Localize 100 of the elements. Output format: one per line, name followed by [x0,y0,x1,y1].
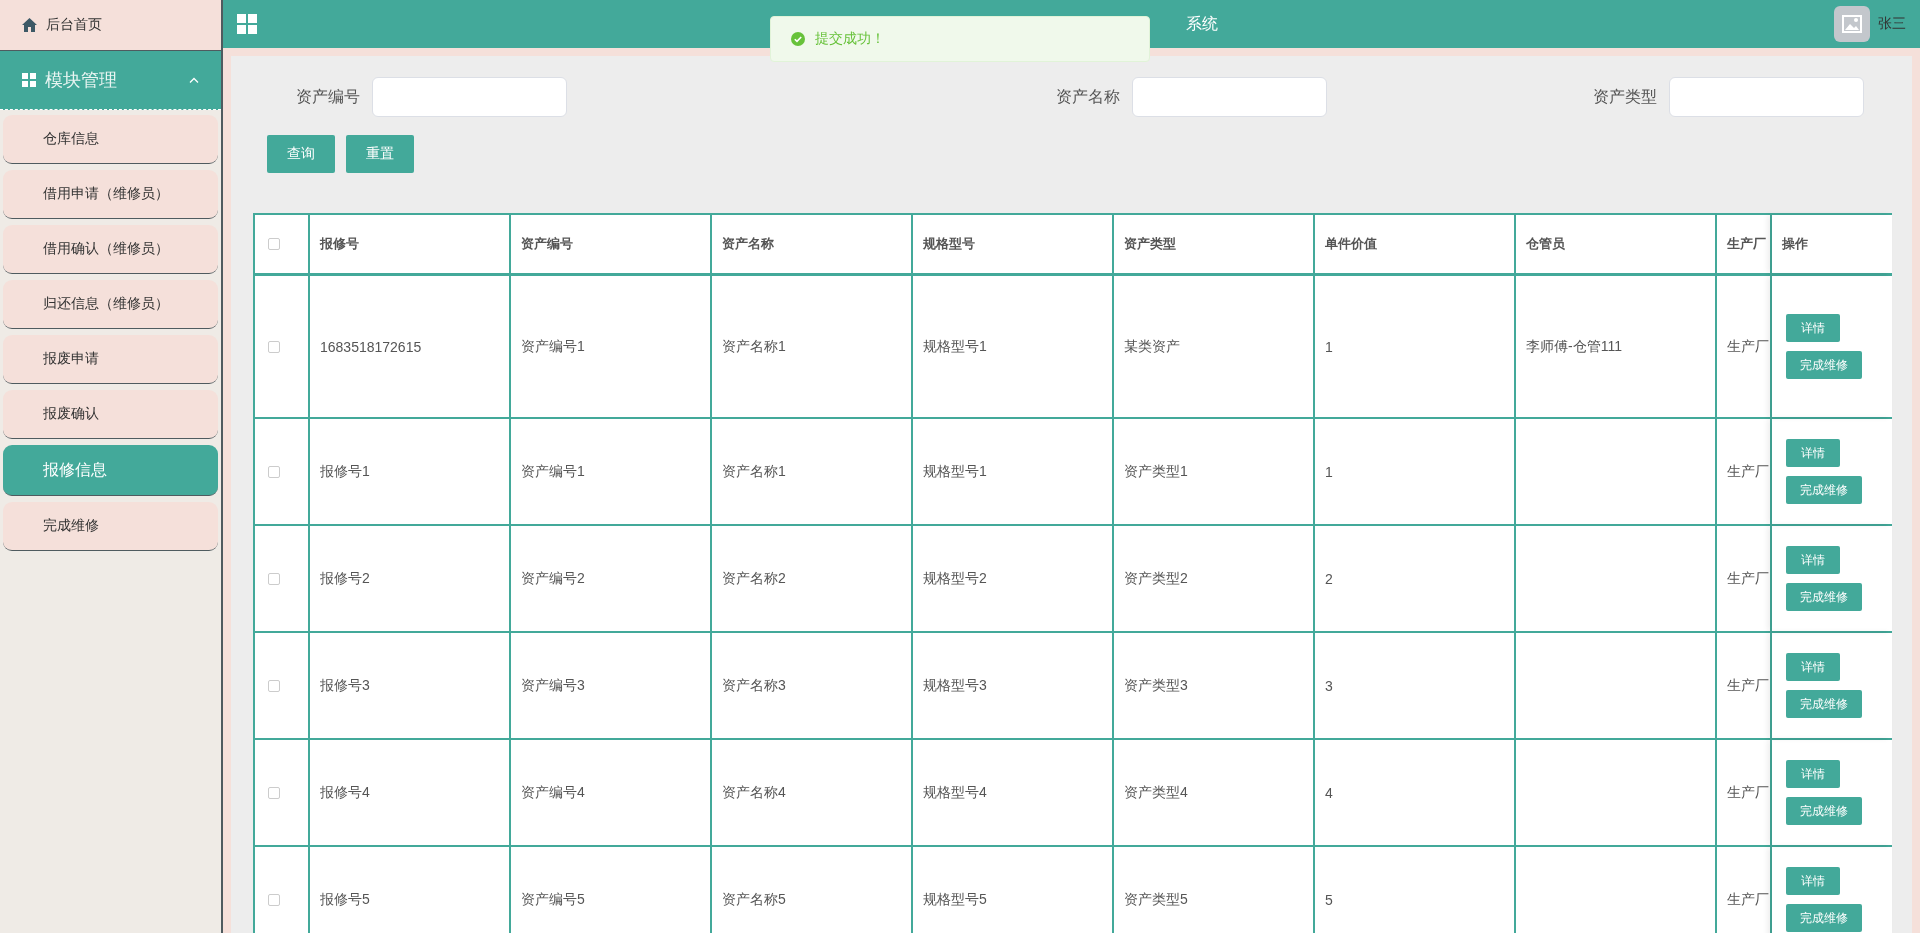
table-cell: 资产类型4 [1114,740,1315,845]
table-cell: 资产类型5 [1114,847,1315,933]
checkbox[interactable] [268,465,280,478]
table-cell: 规格型号1 [913,419,1114,524]
table-cell: 资产类型1 [1114,419,1315,524]
table-cell: 资产编号4 [511,740,712,845]
table-cell: 生产厂 [1717,847,1772,933]
table-cell: 资产编号1 [511,419,712,524]
sidebar-item[interactable]: 报修信息 [3,445,218,496]
column-header: 资产名称 [712,215,913,273]
field-label: 资产编号 [296,86,360,107]
home-icon [22,18,37,32]
table-cell: 5 [1315,847,1516,933]
menu-group-header[interactable]: 模块管理 [0,51,221,110]
table-cell: 资产编号1 [511,276,712,417]
complete-repair-button[interactable]: 完成维修 [1786,583,1862,611]
table-cell: 李师傅-仓管111 [1516,276,1717,417]
details-button[interactable]: 详情 [1786,653,1840,681]
checkbox[interactable] [268,679,280,692]
column-header: 报修号 [310,215,511,273]
table-cell: 1 [1315,276,1516,417]
avatar[interactable] [1834,6,1870,42]
table-cell: 生产厂 [1717,276,1772,417]
column-header: 操作 [1772,215,1892,273]
table-cell: 1683518172615 [310,276,511,417]
checkbox[interactable] [268,893,280,906]
details-button[interactable]: 详情 [1786,760,1840,788]
table-cell: 2 [1315,526,1516,631]
table-cell: 1 [1315,419,1516,524]
table-cell: 资产名称5 [712,847,913,933]
sidebar-item[interactable]: 借用确认（维修员） [3,225,218,274]
complete-repair-button[interactable]: 完成维修 [1786,351,1862,379]
reset-button[interactable]: 重置 [346,135,414,173]
grid-icon [22,73,36,87]
table-cell: 资产类型2 [1114,526,1315,631]
table-cell: 资产编号3 [511,633,712,738]
query-button[interactable]: 查询 [267,135,335,173]
home-link[interactable]: 后台首页 [0,0,221,51]
table-cell: 生产厂 [1717,740,1772,845]
sidebar-item[interactable]: 归还信息（维修员） [3,280,218,329]
column-header: 仓管员 [1516,215,1717,273]
menu-group-label: 模块管理 [45,69,118,92]
user-name: 张三 [1878,15,1906,33]
column-header: 生产厂 [1717,215,1772,273]
table-cell: 规格型号1 [913,276,1114,417]
table-cell: 4 [1315,740,1516,845]
table-cell: 3 [1315,633,1516,738]
table-cell: 生产厂 [1717,419,1772,524]
table-cell: 规格型号2 [913,526,1114,631]
column-header: 资产编号 [511,215,712,273]
table-cell: 资产类型3 [1114,633,1315,738]
table-cell: 报修号4 [310,740,511,845]
table-cell: 资产名称4 [712,740,913,845]
image-icon [1842,15,1862,33]
table-cell: 生产厂 [1717,633,1772,738]
table-cell: 报修号2 [310,526,511,631]
text-field[interactable] [372,77,567,117]
details-button[interactable]: 详情 [1786,314,1840,342]
text-field[interactable] [1669,77,1864,117]
table-cell: 某类资产 [1114,276,1315,417]
checkbox[interactable] [268,238,280,250]
text-field[interactable] [1132,77,1327,117]
table-cell: 规格型号5 [913,847,1114,933]
table-cell: 资产编号5 [511,847,712,933]
column-header: 单件价值 [1315,215,1516,273]
app-title: 系统 [1186,13,1219,34]
field-label: 资产类型 [1593,86,1657,107]
toast-message: 提交成功！ [815,30,885,48]
table-cell: 资产编号2 [511,526,712,631]
sidebar-item[interactable]: 仓库信息 [3,115,218,164]
check-circle-icon [791,32,805,46]
table-cell: 生产厂 [1717,526,1772,631]
table-cell: 资产名称1 [712,419,913,524]
checkbox[interactable] [268,786,280,799]
complete-repair-button[interactable]: 完成维修 [1786,797,1862,825]
complete-repair-button[interactable]: 完成维修 [1786,904,1862,932]
column-header: 资产类型 [1114,215,1315,273]
menu-icon[interactable] [237,14,257,34]
column-header: 规格型号 [913,215,1114,273]
table-cell: 报修号1 [310,419,511,524]
details-button[interactable]: 详情 [1786,439,1840,467]
checkbox[interactable] [268,340,280,353]
table-cell: 资产名称2 [712,526,913,631]
table-cell: 规格型号3 [913,633,1114,738]
table-cell: 资产名称1 [712,276,913,417]
field-label: 资产名称 [1056,86,1120,107]
table-cell: 资产名称3 [712,633,913,738]
table-cell: 报修号5 [310,847,511,933]
table-cell: 规格型号4 [913,740,1114,845]
checkbox[interactable] [268,572,280,585]
complete-repair-button[interactable]: 完成维修 [1786,476,1862,504]
details-button[interactable]: 详情 [1786,546,1840,574]
complete-repair-button[interactable]: 完成维修 [1786,690,1862,718]
sidebar-item[interactable]: 借用申请（维修员） [3,170,218,219]
table-cell: 报修号3 [310,633,511,738]
sidebar-item[interactable]: 报废申请 [3,335,218,384]
sidebar-item[interactable]: 完成维修 [3,502,218,551]
home-label[interactable]: 后台首页 [46,16,102,34]
details-button[interactable]: 详情 [1786,867,1840,895]
sidebar-item[interactable]: 报废确认 [3,390,218,439]
